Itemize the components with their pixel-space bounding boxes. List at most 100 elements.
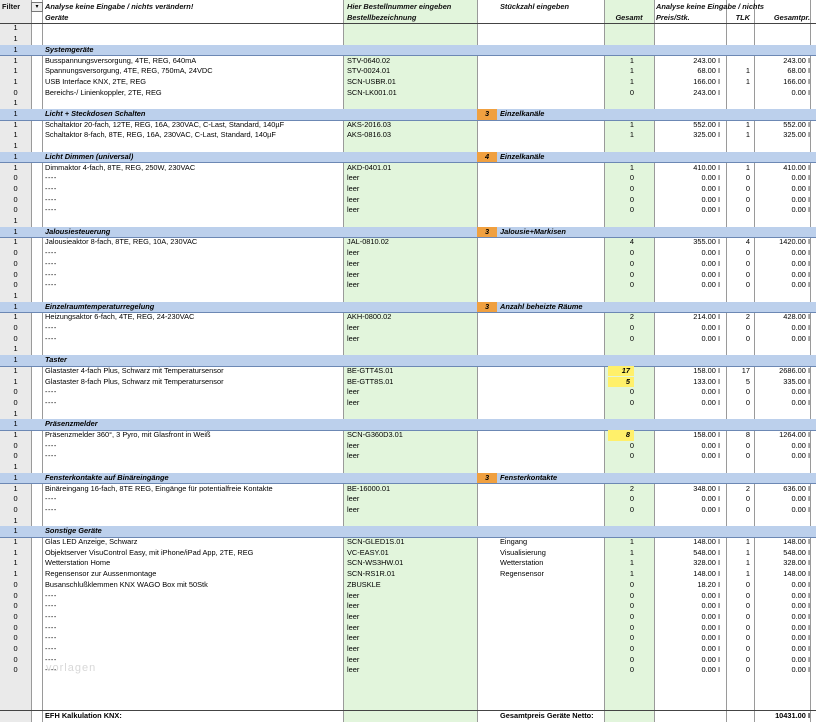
order-number-input[interactable]: AKS-2016.03 [345,120,477,131]
order-number-input[interactable]: SCN-GLED1S.01 [345,537,477,548]
quantity-input[interactable]: 0 [604,612,654,623]
order-number-input[interactable]: AKS-0816.03 [345,130,477,141]
order-number-input[interactable]: STV-0640.02 [345,56,477,67]
quantity-input[interactable]: 0 [604,387,654,398]
order-number-input[interactable]: AKD-0401.01 [345,163,477,174]
quantity-input[interactable]: 0 [604,195,654,206]
order-number-input[interactable]: leer [345,184,477,195]
quantity-input[interactable]: 0 [604,334,654,345]
quantity-input[interactable]: 1 [604,77,654,88]
quantity-input[interactable]: 0 [604,591,654,602]
device-name: ---- [45,601,57,611]
total-price: 0.00 I [791,622,811,632]
order-number-input[interactable]: leer [345,633,477,644]
order-number-input[interactable]: JAL-0810.02 [345,237,477,248]
order-number-input[interactable]: leer [345,205,477,216]
order-number-input[interactable]: VC-EASY.01 [345,548,477,559]
order-number-input[interactable]: leer [345,655,477,666]
quantity-input[interactable]: 1 [604,163,654,174]
quantity-input[interactable]: 0 [604,601,654,612]
unit-price: 0.00 I [701,397,721,407]
quantity-input[interactable]: 1 [604,130,654,141]
order-number-input[interactable]: leer [345,451,477,462]
unit-price: 355.00 I [693,237,720,247]
order-number-input[interactable]: AKH-0800.02 [345,312,477,323]
order-number-input[interactable]: BE-GTT8S.01 [345,377,477,388]
quantity-input[interactable]: 0 [604,248,654,259]
order-number-input[interactable]: leer [345,334,477,345]
order-number-input[interactable]: SCN-USBR.01 [345,77,477,88]
quantity-input[interactable]: 0 [604,644,654,655]
order-number-input[interactable]: leer [345,323,477,334]
order-number-input[interactable]: SCN-G360D3.01 [345,430,477,441]
order-number-input[interactable]: ZBUSKLE [345,580,477,591]
quantity-input[interactable]: 0 [604,665,654,676]
quantity-input[interactable]: 1 [604,548,654,559]
quantity-input[interactable]: 0 [604,580,654,591]
quantity-input[interactable]: 0 [604,270,654,281]
order-number-input[interactable]: leer [345,195,477,206]
quantity-input[interactable]: 0 [604,184,654,195]
order-number-input[interactable]: leer [345,270,477,281]
order-number-input[interactable]: leer [345,259,477,270]
filter-value: 0 [13,601,18,611]
quantity-input[interactable]: 0 [604,259,654,270]
order-number-input[interactable]: BE-GTT4S.01 [345,366,477,377]
quantity-input[interactable]: 0 [604,205,654,216]
order-number-input[interactable]: BE-16000.01 [345,484,477,495]
filter-value: 1 [13,365,18,375]
quantity-input[interactable]: 0 [604,655,654,666]
quantity-input[interactable]: 0 [604,398,654,409]
quantity-input[interactable]: 1 [604,66,654,77]
order-number-input[interactable]: leer [345,665,477,676]
quantity-input[interactable]: 5 [608,376,634,388]
order-number-input[interactable]: leer [345,601,477,612]
order-number-input[interactable]: STV-0024.01 [345,66,477,77]
order-number-input[interactable]: leer [345,623,477,634]
filter-value: 0 [13,504,18,514]
quantity-input[interactable]: 0 [604,88,654,99]
order-number-input[interactable]: leer [345,173,477,184]
order-number-input[interactable]: leer [345,280,477,291]
quantity-input[interactable]: 0 [604,623,654,634]
order-number-input[interactable]: leer [345,387,477,398]
quantity-input[interactable]: 0 [604,633,654,644]
quantity-input[interactable]: 0 [604,441,654,452]
order-number-input[interactable]: SCN-LK001.01 [345,88,477,99]
section-count-input[interactable]: 3 [477,226,497,238]
quantity-input[interactable]: 2 [604,484,654,495]
quantity-input[interactable]: 4 [604,237,654,248]
order-number-input[interactable]: SCN-WS3HW.01 [345,558,477,569]
order-number-input[interactable]: leer [345,505,477,516]
section-count-input[interactable]: 3 [477,301,497,313]
quantity-input[interactable]: 17 [608,365,634,377]
order-number-input[interactable]: leer [345,591,477,602]
quantity-input[interactable]: 1 [604,558,654,569]
quantity-input[interactable]: 0 [604,173,654,184]
quantity-input[interactable]: 1 [604,56,654,67]
quantity-input[interactable]: 8 [608,430,634,441]
order-number-input[interactable]: leer [345,441,477,452]
filter-header[interactable]: Filter [0,2,31,13]
quantity-input[interactable]: 1 [604,537,654,548]
section-count-input[interactable]: 4 [477,151,497,163]
quantity-input[interactable]: 1 [604,569,654,580]
order-number-input[interactable]: leer [345,398,477,409]
quantity-input[interactable]: 0 [604,280,654,291]
quantity-input[interactable]: 0 [604,323,654,334]
order-number-input[interactable]: leer [345,644,477,655]
order-number-input[interactable]: leer [345,248,477,259]
section-count-input[interactable]: 3 [477,109,497,120]
quantity-input[interactable]: 0 [604,451,654,462]
order-number-input[interactable]: SCN-RS1R.01 [345,569,477,580]
section-count-input[interactable]: 3 [477,472,497,484]
quantity-input[interactable]: 1 [604,120,654,131]
quantity-input[interactable]: 0 [604,494,654,505]
quantity-input[interactable]: 0 [604,505,654,516]
tlk-value: 0 [745,601,750,611]
filter-cell: 1 [13,419,18,429]
quantity-input[interactable]: 2 [604,312,654,323]
order-number-input[interactable]: leer [345,494,477,505]
order-number-input[interactable]: leer [345,612,477,623]
filter-value: 0 [13,248,18,258]
